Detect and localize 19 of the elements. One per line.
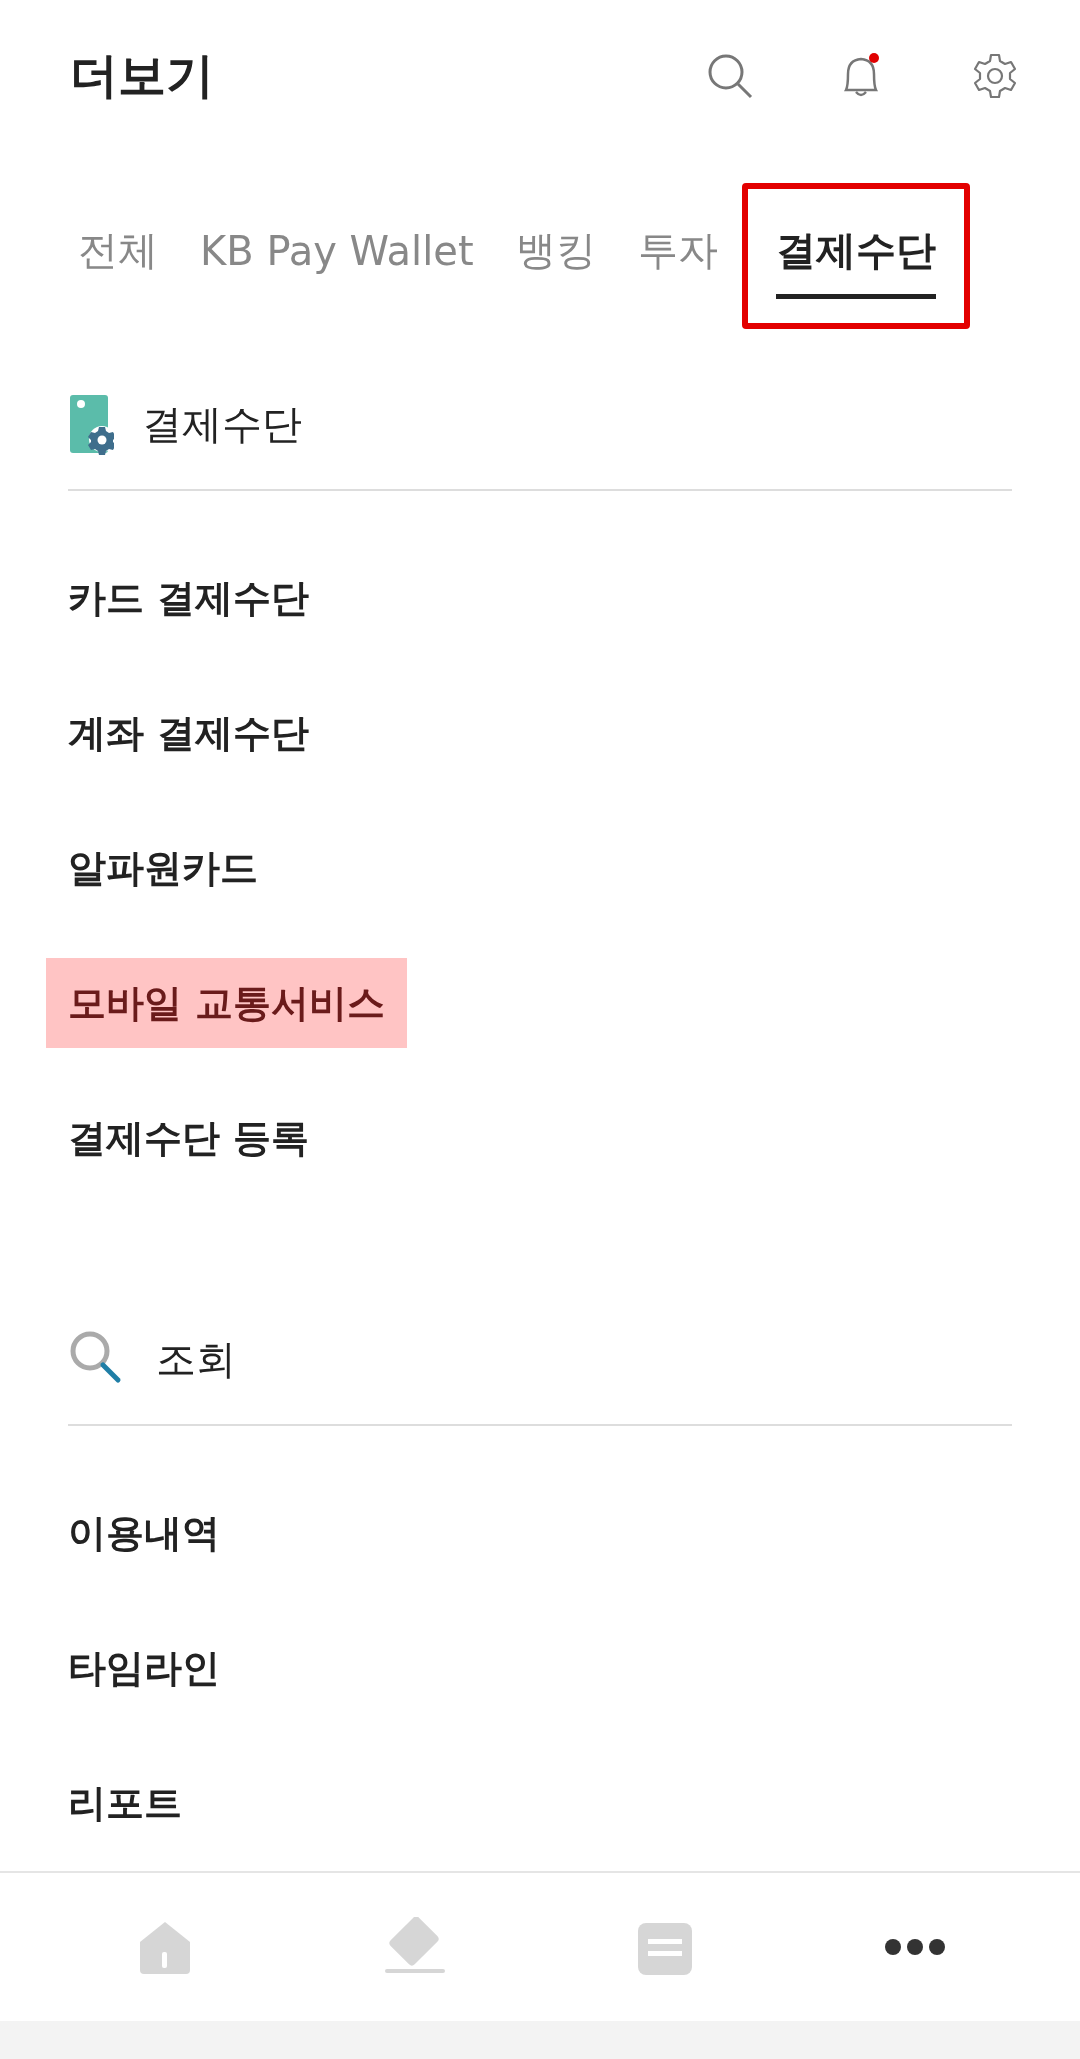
- card-gear-icon: [68, 393, 114, 455]
- page-title: 더보기: [70, 46, 214, 105]
- tab[interactable]: KB Pay Wallet: [182, 187, 492, 325]
- menu-item[interactable]: 이용내역: [68, 1466, 220, 1601]
- tab[interactable]: 투자: [619, 183, 736, 329]
- tab[interactable]: 전체: [60, 183, 176, 329]
- menu-item[interactable]: 계좌 결제수단: [68, 666, 310, 801]
- menu-item[interactable]: 리포트: [68, 1736, 182, 1871]
- section-title: 조회: [156, 1334, 236, 1384]
- tab[interactable]: 결제수단: [741, 183, 970, 329]
- section-title: 결제수단: [142, 399, 302, 449]
- menu-item[interactable]: 알파원카드: [68, 801, 258, 936]
- menu-item[interactable]: 타임라인: [68, 1601, 220, 1736]
- search-icon[interactable]: [706, 52, 754, 100]
- tab[interactable]: 뱅킹: [497, 183, 614, 329]
- menu-item[interactable]: 카드 결제수단: [68, 531, 310, 666]
- menu-item[interactable]: 결제수단 등록: [68, 1071, 310, 1206]
- more-icon[interactable]: [883, 1937, 947, 1957]
- menu-item[interactable]: 모바일 교통서비스: [46, 958, 408, 1048]
